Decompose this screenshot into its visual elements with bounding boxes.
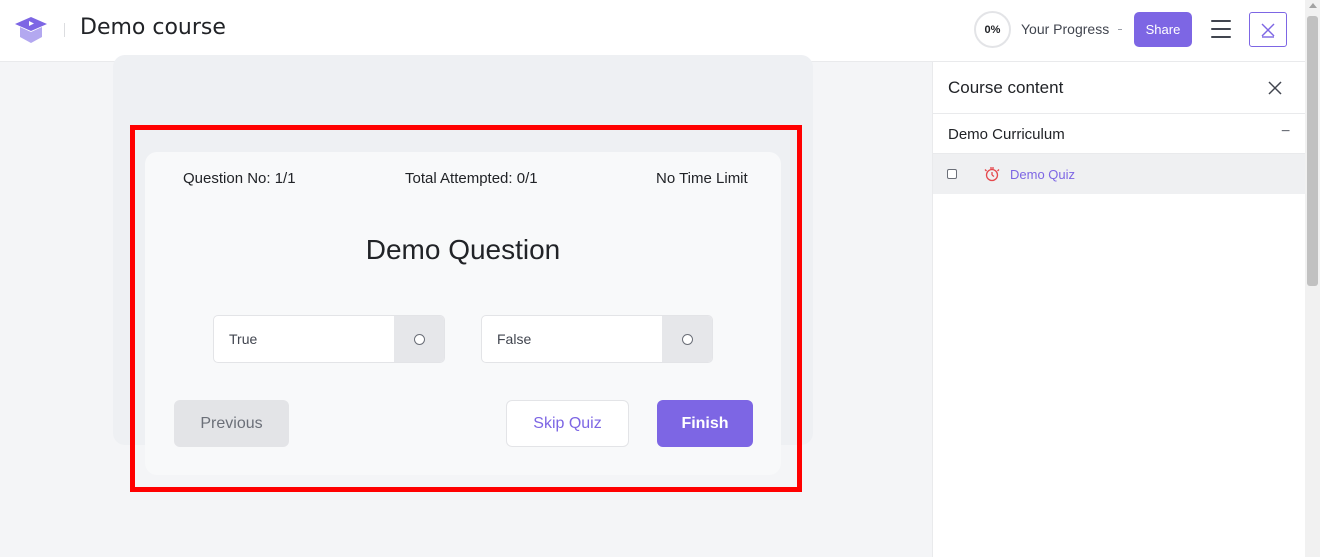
progress-separator [1118,29,1122,30]
scrollbar-thumb[interactable] [1307,16,1318,286]
header-divider [64,23,65,37]
hamburger-menu-icon[interactable] [1211,20,1231,38]
quiz-timer-icon [984,167,1000,182]
progress-ring: 0% [974,11,1011,48]
sidebar-header: Course content [933,62,1306,114]
topic-title: Demo Curriculum [948,126,1065,143]
top-header: Demo course 0% Your Progress Share [0,0,1305,62]
sidebar-title: Course content [948,78,1064,97]
progress-label: Your Progress [1021,21,1110,37]
close-course-button[interactable] [1249,12,1287,47]
graduation-cap-icon[interactable] [12,11,50,49]
close-icon[interactable] [1266,79,1284,97]
topic-row[interactable]: Demo Curriculum − [933,114,1306,154]
collapse-icon[interactable]: − [1281,123,1290,141]
lesson-checkbox[interactable] [947,169,957,179]
share-button[interactable]: Share [1134,12,1192,47]
lesson-label[interactable]: Demo Quiz [1010,167,1075,182]
scroll-up-arrow-icon[interactable] [1309,3,1317,8]
course-title: Demo course [80,15,226,40]
course-content-sidebar: Course content Demo Curriculum − Demo Qu… [932,62,1306,557]
lesson-item[interactable]: Demo Quiz [933,154,1306,194]
scrollbar[interactable] [1305,0,1320,557]
close-icon [1261,23,1275,38]
highlight-box [130,125,802,492]
